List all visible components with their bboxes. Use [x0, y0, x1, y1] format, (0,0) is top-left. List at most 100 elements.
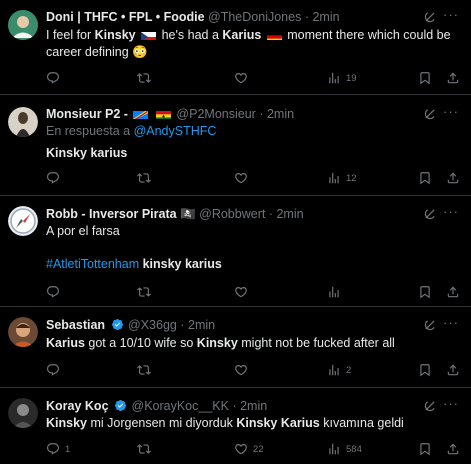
timestamp[interactable]: 2min — [276, 207, 303, 221]
retweet-button[interactable] — [137, 170, 151, 186]
pirate-flag-emoji: 🏴‍☠️ — [180, 207, 196, 221]
share-button[interactable] — [446, 70, 460, 86]
bookmark-button[interactable] — [418, 362, 432, 378]
reply-icon — [46, 442, 60, 456]
separator: · — [268, 207, 273, 221]
tweet-text-line-2: #AtletiTottenham kinsky karius — [46, 257, 222, 271]
reply-context: En respuesta a @AndySTHFC — [46, 124, 217, 138]
bookmark-button[interactable] — [418, 441, 432, 457]
hashtag-link[interactable]: #AtletiTottenham — [46, 257, 139, 271]
reply-button[interactable] — [46, 170, 60, 186]
more-icon[interactable]: ··· — [443, 205, 459, 219]
avatar[interactable] — [8, 317, 38, 347]
ghana-flag-icon — [155, 109, 171, 119]
retweet-button[interactable] — [137, 362, 151, 378]
tweet-4[interactable]: Sebastian @X36gg · 2min ··· Karius got a… — [0, 307, 471, 388]
like-icon — [234, 285, 248, 299]
retweet-button[interactable] — [137, 441, 151, 457]
timestamp[interactable]: 2min — [240, 399, 267, 413]
grok-icon[interactable] — [423, 318, 437, 332]
bookmark-button[interactable] — [418, 284, 432, 300]
like-button[interactable] — [234, 170, 248, 186]
views-count: 19 — [346, 72, 357, 84]
tweet-5[interactable]: Koray Koç @KorayKoc__KK · 2min ··· Kinsk… — [0, 388, 471, 464]
display-name[interactable]: Sebastian — [46, 318, 105, 332]
handle[interactable]: @KorayKoc__KK — [132, 399, 229, 413]
retweet-icon — [137, 285, 151, 299]
like-icon — [234, 71, 248, 85]
share-icon — [446, 285, 460, 299]
views-icon — [327, 171, 341, 185]
handle[interactable]: @Robbwert — [199, 207, 265, 221]
separator: · — [180, 318, 185, 332]
views-count: 12 — [346, 172, 357, 184]
bookmark-icon — [418, 71, 432, 85]
verified-badge-icon — [114, 399, 127, 412]
views-button[interactable]: 2 — [327, 362, 351, 378]
reply-button[interactable]: 1 — [46, 441, 70, 457]
retweet-icon — [137, 171, 151, 185]
tweet-1[interactable]: Doni | THFC • FPL • Foodie @TheDoniJones… — [0, 0, 471, 95]
reply-to-link[interactable]: @AndySTHFC — [134, 124, 217, 138]
bookmark-button[interactable] — [418, 170, 432, 186]
share-icon — [446, 71, 460, 85]
display-name[interactable]: Monsieur P2 - — [46, 107, 128, 121]
retweet-button[interactable] — [137, 70, 151, 86]
action-bar: 19 — [46, 70, 459, 86]
action-bar: 1 22 584 — [46, 441, 459, 457]
grok-icon[interactable] — [423, 399, 437, 413]
share-button[interactable] — [446, 170, 460, 186]
separator: · — [259, 107, 264, 121]
handle[interactable]: @TheDoniJones — [208, 10, 301, 24]
views-count: 584 — [346, 443, 362, 455]
action-bar: 12 — [46, 170, 459, 186]
avatar[interactable] — [8, 10, 38, 40]
drc-flag-icon — [133, 109, 149, 119]
reply-button[interactable] — [46, 70, 60, 86]
views-button[interactable]: 12 — [327, 170, 357, 186]
views-button[interactable] — [327, 284, 341, 300]
handle[interactable]: @P2Monsieur — [176, 107, 255, 121]
retweet-icon — [137, 442, 151, 456]
share-button[interactable] — [446, 441, 460, 457]
like-button[interactable] — [234, 70, 248, 86]
share-button[interactable] — [446, 284, 460, 300]
display-name[interactable]: Doni | THFC • FPL • Foodie — [46, 10, 205, 24]
avatar[interactable] — [8, 398, 38, 428]
separator: · — [304, 10, 309, 24]
more-icon[interactable]: ··· — [443, 105, 459, 119]
timestamp[interactable]: 2min — [188, 318, 215, 332]
tweet-2[interactable]: Monsieur P2 - @P2Monsieur · 2min ··· En … — [0, 95, 471, 196]
tweet-text: Kinsky mi Jorgensen mi diyorduk Kinsky K… — [46, 416, 404, 430]
grok-icon[interactable] — [423, 207, 437, 221]
handle[interactable]: @X36gg — [128, 318, 177, 332]
reply-button[interactable] — [46, 284, 60, 300]
grok-icon[interactable] — [423, 107, 437, 121]
reply-button[interactable] — [46, 362, 60, 378]
bookmark-button[interactable] — [418, 70, 432, 86]
more-icon[interactable]: ··· — [443, 316, 459, 330]
share-icon — [446, 442, 460, 456]
more-icon[interactable]: ··· — [443, 397, 459, 411]
bookmark-icon — [418, 171, 432, 185]
more-icon[interactable]: ··· — [443, 8, 459, 22]
grok-icon[interactable] — [423, 10, 437, 24]
like-icon — [234, 442, 248, 456]
views-button[interactable]: 19 — [327, 70, 357, 86]
tweet-header: Robb - Inversor Pirata 🏴‍☠️ @Robbwert · … — [46, 206, 431, 222]
tweet-text: A por el farsa — [46, 224, 120, 238]
tweet-3[interactable]: Robb - Inversor Pirata 🏴‍☠️ @Robbwert · … — [0, 196, 471, 307]
like-button[interactable] — [234, 284, 248, 300]
like-button[interactable]: 22 — [234, 441, 264, 457]
display-name[interactable]: Robb - Inversor Pirata — [46, 207, 177, 221]
timestamp[interactable]: 2min — [312, 10, 339, 24]
avatar[interactable] — [8, 206, 38, 236]
views-button[interactable]: 584 — [327, 441, 362, 457]
like-button[interactable] — [234, 362, 248, 378]
reply-icon — [46, 285, 60, 299]
timestamp[interactable]: 2min — [267, 107, 294, 121]
display-name[interactable]: Koray Koç — [46, 399, 109, 413]
share-button[interactable] — [446, 362, 460, 378]
avatar[interactable] — [8, 107, 38, 137]
retweet-button[interactable] — [137, 284, 151, 300]
